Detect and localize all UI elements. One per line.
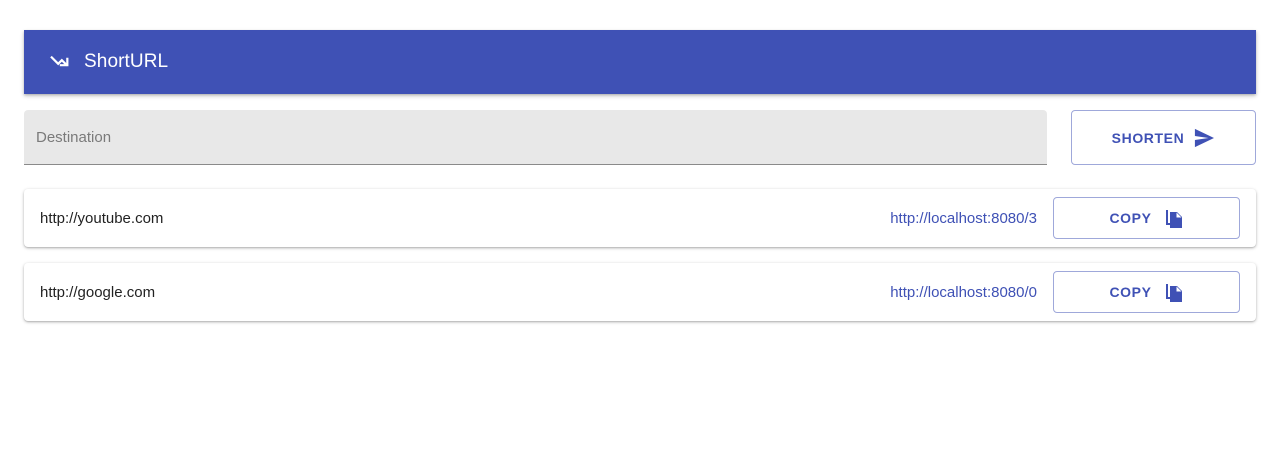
original-url: http://google.com: [40, 283, 156, 301]
app-title: ShortURL: [84, 51, 169, 72]
short-url-link[interactable]: http://localhost:8080/3: [890, 210, 1037, 227]
shorten-button-label: SHORTEN: [1111, 129, 1185, 146]
destination-field[interactable]: [24, 110, 1047, 165]
original-url: http://youtube.com: [40, 209, 164, 227]
shorten-form: SHORTEN: [24, 110, 1256, 165]
shorten-button[interactable]: SHORTEN: [1071, 110, 1256, 165]
link-card: http://youtube.com http://localhost:8080…: [24, 189, 1256, 247]
shortened-links-list: http://youtube.com http://localhost:8080…: [24, 189, 1256, 321]
destination-input[interactable]: [24, 110, 1047, 164]
send-icon: [1193, 127, 1215, 149]
app-toolbar: ShortURL: [24, 30, 1256, 94]
copy-button-label: COPY: [1109, 210, 1152, 226]
short-url-link[interactable]: http://localhost:8080/0: [890, 284, 1037, 301]
copy-button[interactable]: COPY: [1053, 197, 1240, 239]
copy-button[interactable]: COPY: [1053, 271, 1240, 313]
file-copy-icon: [1164, 207, 1184, 229]
copy-button-label: COPY: [1109, 284, 1152, 300]
app-container: ShortURL SHORTEN http://youtube.com http…: [24, 30, 1256, 337]
link-card: http://google.com http://localhost:8080/…: [24, 263, 1256, 321]
file-copy-icon: [1164, 281, 1184, 303]
trending-down-icon: [48, 50, 72, 74]
